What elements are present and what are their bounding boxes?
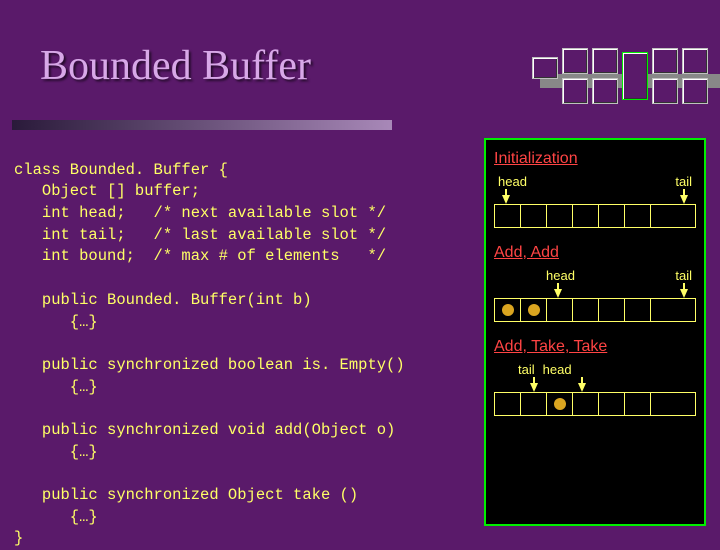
diagram-title: Add, Take, Take (494, 338, 696, 356)
buffer-cell (651, 205, 677, 227)
arrow-icon (680, 283, 688, 298)
element-dot-icon (528, 304, 540, 316)
code-line: {…} (14, 313, 98, 331)
slide-nav-decoration (532, 48, 708, 104)
arrows (494, 377, 696, 392)
buffer-row (494, 392, 696, 416)
nav-current-box (622, 52, 648, 100)
buffer-cell (573, 205, 599, 227)
buffer-cell (521, 393, 547, 415)
buffer-cell (651, 393, 677, 415)
diagram-panel: Initialization head tail Add, (484, 138, 706, 526)
nav-box (592, 78, 618, 104)
buffer-cell (495, 205, 521, 227)
nav-box (652, 78, 678, 104)
content-area: class Bounded. Buffer { Object [] buffer… (14, 138, 706, 526)
pointer-labels: tail head (494, 362, 696, 377)
diagram-title: Initialization (494, 150, 696, 168)
code-line: int tail; /* last available slot */ (14, 226, 386, 244)
diagram-section-take: Add, Take, Take tail head (494, 338, 696, 416)
code-line: int bound; /* max # of elements */ (14, 247, 386, 265)
buffer-cell (625, 393, 651, 415)
buffer-row (494, 298, 696, 322)
buffer-cell (521, 299, 547, 321)
buffer-cell (599, 205, 625, 227)
code-line: public Bounded. Buffer(int b) (14, 291, 312, 309)
buffer-cell (547, 205, 573, 227)
code-line: Object [] buffer; (14, 182, 200, 200)
arrow-icon (578, 377, 586, 392)
tail-label: tail (675, 174, 692, 189)
head-label: head (498, 174, 527, 189)
nav-box (592, 48, 618, 74)
buffer-cell (625, 299, 651, 321)
buffer-cell (521, 205, 547, 227)
tail-label: tail (675, 268, 692, 283)
head-label: head (543, 362, 572, 377)
nav-box (562, 48, 588, 74)
nav-box (562, 78, 588, 104)
page-title: Bounded Buffer (40, 42, 311, 90)
nav-box (532, 57, 558, 79)
buffer-cell (573, 299, 599, 321)
buffer-cell (547, 393, 573, 415)
element-dot-icon (502, 304, 514, 316)
nav-box (652, 48, 678, 74)
diagram-section-init: Initialization head tail (494, 150, 696, 228)
buffer-cell (573, 393, 599, 415)
head-label: head (546, 268, 575, 283)
nav-box (682, 78, 708, 104)
buffer-cell (651, 299, 677, 321)
buffer-cell (495, 393, 521, 415)
buffer-cell (495, 299, 521, 321)
pointer-labels: head tail (494, 174, 696, 189)
element-dot-icon (554, 398, 566, 410)
arrow-icon (680, 189, 688, 204)
diagram-section-add: Add, Add head tail (494, 244, 696, 322)
code-line: class Bounded. Buffer { (14, 161, 228, 179)
arrow-icon (502, 189, 510, 204)
nav-box (682, 48, 708, 74)
arrow-icon (554, 283, 562, 298)
code-line: {…} (14, 443, 98, 461)
code-line: public synchronized boolean is. Empty() (14, 356, 405, 374)
code-line: public synchronized Object take () (14, 486, 358, 504)
buffer-cell (625, 205, 651, 227)
code-line: {…} (14, 508, 98, 526)
arrows (494, 189, 696, 204)
tail-label: tail (518, 362, 535, 377)
arrow-icon (530, 377, 538, 392)
code-line: } (14, 529, 23, 547)
title-underline (12, 120, 392, 130)
buffer-cell (599, 393, 625, 415)
diagram-title: Add, Add (494, 244, 696, 262)
code-line: public synchronized void add(Object o) (14, 421, 395, 439)
arrows (494, 283, 696, 298)
code-line: {…} (14, 378, 98, 396)
buffer-cell (547, 299, 573, 321)
buffer-row (494, 204, 696, 228)
code-line: int head; /* next available slot */ (14, 204, 386, 222)
buffer-cell (599, 299, 625, 321)
pointer-labels: head tail (494, 268, 696, 283)
code-block: class Bounded. Buffer { Object [] buffer… (14, 138, 476, 526)
